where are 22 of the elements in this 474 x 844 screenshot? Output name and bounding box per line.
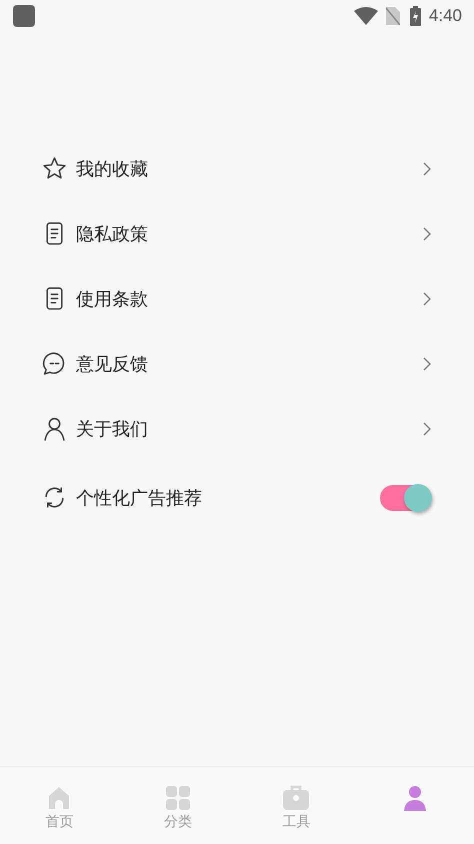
menu-item-label[interactable]: 关于我们 (76, 416, 422, 440)
wifi-icon (354, 7, 378, 25)
person-icon (42, 416, 67, 441)
chevron-right-icon (422, 162, 432, 176)
no-sim-icon (386, 7, 400, 25)
app-notification-icon (13, 5, 35, 27)
battery-charging-icon (410, 6, 421, 26)
toggle-switch[interactable] (380, 484, 432, 512)
menu-item-label[interactable]: 使用条款 (76, 286, 422, 310)
chevron-right-icon (422, 292, 432, 306)
chevron-right-icon (422, 422, 432, 436)
menu-item-label[interactable]: 隐私政策 (76, 222, 422, 246)
menu-item-label[interactable]: 意见反馈 (76, 352, 422, 376)
chat-bubble-icon (42, 351, 67, 376)
chevron-right-icon (422, 226, 432, 240)
menu-item-label[interactable]: 个性化广告推荐 (76, 486, 380, 510)
star-icon (42, 156, 67, 181)
chevron-right-icon (422, 356, 432, 370)
clock-time: 4:40 (428, 6, 462, 26)
grid-icon (164, 784, 192, 812)
toolbox-icon (282, 784, 310, 812)
menu-item-label[interactable]: 我的收藏 (76, 156, 422, 180)
